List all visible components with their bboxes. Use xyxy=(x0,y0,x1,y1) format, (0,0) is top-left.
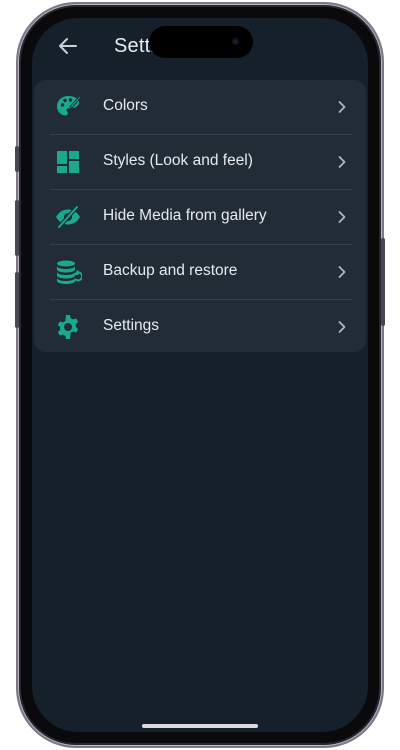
chevron-right-icon xyxy=(338,321,346,333)
back-button[interactable] xyxy=(56,34,80,58)
menu-item-backup-restore[interactable]: Backup and restore xyxy=(34,245,366,299)
menu-item-label: Backup and restore xyxy=(103,262,238,279)
chevron-right-icon xyxy=(338,101,346,113)
volume-down-button xyxy=(15,272,19,328)
menu-item-hide-media[interactable]: Hide Media from gallery xyxy=(34,190,366,244)
home-indicator[interactable] xyxy=(142,724,258,728)
palette-icon xyxy=(57,95,82,116)
action-button xyxy=(15,146,19,172)
database-icon xyxy=(57,260,82,284)
menu-item-settings[interactable]: Settings xyxy=(34,300,366,354)
chevron-right-icon xyxy=(338,266,346,278)
front-camera xyxy=(232,38,239,45)
power-button xyxy=(381,238,385,326)
volume-up-button xyxy=(15,200,19,256)
chevron-right-icon xyxy=(338,156,346,168)
menu-item-label: Settings xyxy=(103,317,160,334)
eye-off-icon xyxy=(56,205,80,229)
menu-item-styles[interactable]: Styles (Look and feel) xyxy=(34,135,366,189)
dynamic-island xyxy=(149,26,253,58)
settings-menu-card: Colors Styles (Look and feel) Hide Media… xyxy=(34,80,366,352)
app-screen: Settings Colors St xyxy=(32,18,368,732)
chevron-right-icon xyxy=(338,211,346,223)
arrow-back-icon xyxy=(59,38,77,54)
dashboard-icon xyxy=(57,151,79,173)
gear-icon xyxy=(57,315,79,339)
menu-item-label: Colors xyxy=(103,97,148,114)
menu-item-label: Styles (Look and feel) xyxy=(103,152,253,169)
menu-item-label: Hide Media from gallery xyxy=(103,207,267,224)
menu-item-colors[interactable]: Colors xyxy=(34,80,366,134)
